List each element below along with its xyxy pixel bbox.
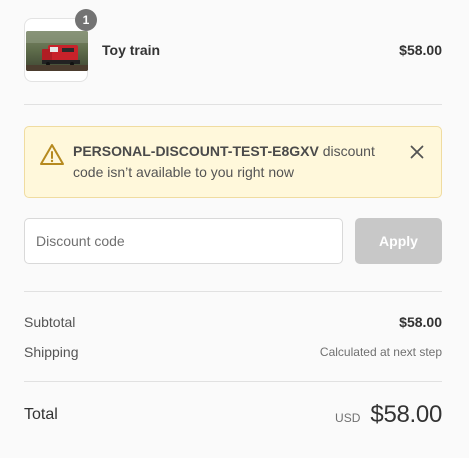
shipping-row: Shipping Calculated at next step	[24, 343, 442, 361]
divider	[24, 291, 442, 292]
close-icon	[410, 145, 424, 159]
warning-icon	[40, 144, 64, 165]
total-row: Total USD $58.00	[24, 400, 442, 430]
subtotal-label: Subtotal	[24, 314, 76, 330]
divider	[24, 381, 442, 382]
total-label: Total	[24, 406, 58, 423]
total-amount-group: USD $58.00	[335, 401, 442, 429]
warning-message: PERSONAL-DISCOUNT-TEST-E8GXV discount co…	[73, 141, 399, 183]
product-name: Toy train	[102, 42, 161, 58]
quantity-badge: 1	[75, 9, 97, 31]
order-summary: 1 Toy train $58.00 PERSONAL-DISCOUNT-TES…	[0, 0, 469, 458]
currency-code: USD	[335, 411, 361, 425]
total-amount: $58.00	[370, 401, 442, 428]
divider	[24, 104, 442, 105]
product-thumbnail: 1	[24, 9, 97, 82]
subtotal-value: $58.00	[399, 314, 442, 330]
shipping-label: Shipping	[24, 344, 79, 360]
discount-code-input[interactable]	[24, 218, 343, 264]
shipping-value: Calculated at next step	[319, 345, 442, 359]
discount-code-text: PERSONAL-DISCOUNT-TEST-E8GXV	[73, 143, 319, 159]
line-item: 1 Toy train $58.00	[24, 9, 442, 82]
discount-warning-banner: PERSONAL-DISCOUNT-TEST-E8GXV discount co…	[24, 126, 442, 198]
subtotal-row: Subtotal $58.00	[24, 313, 442, 331]
apply-discount-button[interactable]: Apply	[355, 218, 442, 264]
product-image	[26, 31, 88, 71]
product-price: $58.00	[399, 42, 442, 58]
dismiss-warning-button[interactable]	[407, 142, 427, 162]
toy-train-image	[26, 31, 88, 71]
